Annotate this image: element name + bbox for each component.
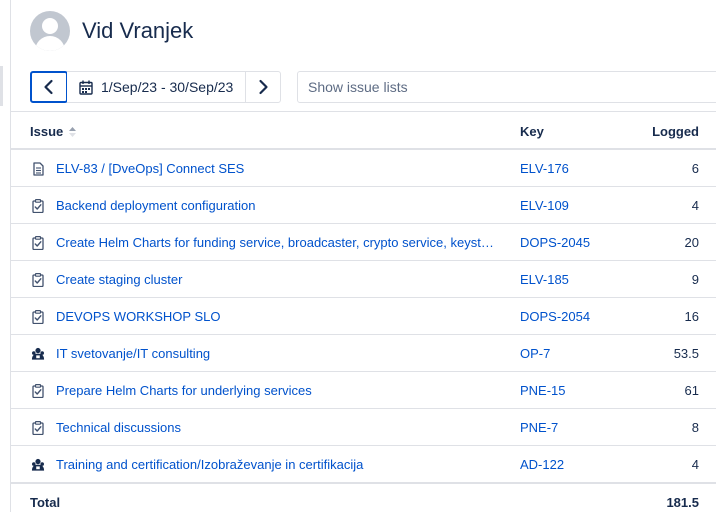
people-icon [31,458,45,472]
sidebar-edge [0,0,11,512]
total-label: Total [30,495,61,510]
issue-key-link[interactable]: ELV-109 [520,198,569,213]
issue-key-link[interactable]: ELV-185 [520,272,569,287]
column-header-issue[interactable]: Issue [30,124,77,139]
logged-hours: 4 [691,457,699,472]
issue-key-link[interactable]: AD-122 [520,457,564,472]
clipboard-check-icon [31,236,45,250]
avatar-body [35,36,65,51]
issue-key-link[interactable]: DOPS-2045 [520,235,590,250]
column-header-issue-label: Issue [30,124,64,139]
calendar-icon [79,80,93,95]
table-row: Create Helm Charts for funding service, … [11,224,716,261]
sidebar-marker [0,66,3,106]
table-body: ELV-83 / [DveOps] Connect SES ELV-176 6 Bac… [11,150,716,483]
previous-period-button[interactable] [30,71,68,103]
logged-hours: 20 [684,235,699,250]
issue-key-link[interactable]: ELV-176 [520,161,569,176]
table-row: Create staging cluster ELV-185 9 [11,261,716,298]
column-header-key[interactable]: Key [520,124,544,139]
chevron-right-icon [259,79,268,95]
clipboard-check-icon [31,273,45,287]
next-period-button[interactable] [245,71,281,103]
issue-summary-link[interactable]: Create staging cluster [56,272,501,287]
clipboard-check-icon [31,421,45,435]
table-header: Issue Key Logged [11,112,716,150]
issue-summary-link[interactable]: Create Helm Charts for funding service, … [56,235,501,250]
logged-hours: 6 [691,161,699,176]
sort-icon [69,126,77,137]
worklog-table: Issue Key Logged ELV-83 / [DveOps] Conne… [11,112,716,512]
date-range-label: 1/Sep/23 - 30/Sep/23 [101,79,234,95]
issue-summary-link[interactable]: DEVOPS WORKSHOP SLO [56,309,501,324]
issue-key-link[interactable]: OP-7 [520,346,550,361]
table-row: ELV-83 / [DveOps] Connect SES ELV-176 6 [11,150,716,187]
avatar-head [42,18,58,34]
issue-summary-link[interactable]: Backend deployment configuration [56,198,501,213]
issue-summary-link[interactable]: Training and certification/Izobraževanje… [56,457,501,472]
issue-key-link[interactable]: PNE-7 [520,420,558,435]
issue-key-link[interactable]: PNE-15 [520,383,566,398]
table-row: DEVOPS WORKSHOP SLO DOPS-2054 16 [11,298,716,335]
logged-hours: 53.5 [673,346,699,361]
table-row: IT svetovanje/IT consulting OP-7 53.5 [11,335,716,372]
timesheet-view: Vid Vranjek 1/Sep/23 - 30/Sep/23 Show is… [0,0,716,512]
logged-hours: 16 [684,309,699,324]
issue-summary-link[interactable]: ELV-83 / [DveOps] Connect SES [56,161,501,176]
avatar [30,11,70,51]
logged-hours: 8 [691,420,699,435]
issue-key-link[interactable]: DOPS-2054 [520,309,590,324]
column-header-logged[interactable]: Logged [652,124,699,139]
clipboard-check-icon [31,384,45,398]
logged-hours: 4 [691,198,699,213]
table-row: Backend deployment configuration ELV-109 4 [11,187,716,224]
table-row: Technical discussions PNE-7 8 [11,409,716,446]
clipboard-check-icon [31,199,45,213]
clipboard-check-icon [31,310,45,324]
issue-lists-input[interactable] [297,71,716,103]
table-row: Prepare Helm Charts for underlying servi… [11,372,716,409]
logged-hours: 9 [691,272,699,287]
issue-summary-link[interactable]: Prepare Helm Charts for underlying servi… [56,383,501,398]
chevron-left-icon [44,79,53,95]
user-name: Vid Vranjek [82,18,194,43]
total-value: 181.5 [666,495,699,510]
table-row: Training and certification/Izobraževanje… [11,446,716,483]
document-icon [31,162,45,176]
date-range-picker[interactable]: 1/Sep/23 - 30/Sep/23 [67,71,245,103]
people-icon [31,347,45,361]
logged-hours: 61 [684,383,699,398]
total-row: Total 181.5 [11,483,716,512]
issue-summary-link[interactable]: IT svetovanje/IT consulting [56,346,501,361]
issue-summary-link[interactable]: Technical discussions [56,420,501,435]
